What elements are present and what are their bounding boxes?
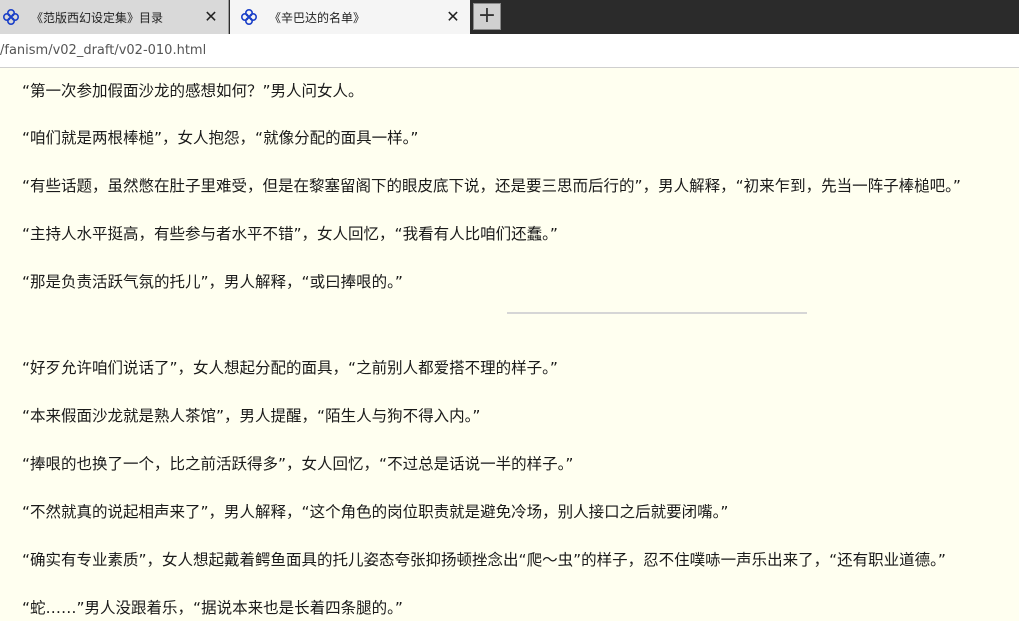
new-tab-button[interactable]: + [473, 3, 501, 30]
close-icon[interactable]: ✕ [202, 8, 220, 26]
paragraph: “确实有专业素质”，女人想起戴着鳄鱼面具的托儿姿态夸张抑扬顿挫念出“爬～虫”的样… [22, 551, 946, 569]
paragraph: “不然就真的说起相声来了”，男人解释，“这个角色的岗位职责就是避免冷场，别人接口… [22, 503, 729, 521]
section-divider [507, 312, 807, 314]
tab-title: 《辛巴达的名单》 [269, 10, 366, 25]
paragraph: “捧哏的也换了一个，比之前活跃得多”，女人回忆，“不过总是话说一半的样子。” [22, 455, 574, 473]
favicon-icon [3, 9, 19, 25]
favicon-icon [241, 9, 257, 25]
paragraph: “第一次参加假面沙龙的感想如何？”男人问女人。 [22, 82, 364, 100]
tab-sinbad-list[interactable]: 《辛巴达的名单》 ✕ [230, 0, 470, 34]
tab-table-of-contents[interactable]: 《范版西幻设定集》目录 ✕ [0, 0, 229, 34]
address-bar[interactable]: /fanism/v02_draft/v02-010.html [0, 34, 1019, 68]
url-text[interactable]: /fanism/v02_draft/v02-010.html [0, 43, 206, 58]
paragraph: “蛇……”男人没跟着乐，“据说本来也是长着四条腿的。” [22, 599, 403, 617]
paragraph: “好歹允许咱们说话了”，女人想起分配的面具，“之前别人都爱搭不理的样子。” [22, 359, 558, 377]
paragraph: “那是负责活跃气氛的托儿”，男人解释，“或曰捧哏的。” [22, 273, 403, 291]
tab-bar: 《范版西幻设定集》目录 ✕ 《辛巴达的名单》 ✕ + [0, 0, 1019, 34]
paragraph: “有些话题，虽然憋在肚子里难受，但是在黎塞留阁下的眼皮底下说，还是要三思而后行的… [22, 177, 961, 195]
tab-title: 《范版西幻设定集》目录 [31, 10, 164, 25]
close-icon[interactable]: ✕ [444, 8, 462, 26]
article-content: “第一次参加假面沙龙的感想如何？”男人问女人。 “咱们就是两根棒槌”，女人抱怨，… [0, 68, 1019, 621]
paragraph: “主持人水平挺高，有些参与者水平不错”，女人回忆，“我看有人比咱们还蠢。” [22, 225, 558, 243]
paragraph: “本来假面沙龙就是熟人茶馆”，男人提醒，“陌生人与狗不得入内。” [22, 407, 481, 425]
paragraph: “咱们就是两根棒槌”，女人抱怨，“就像分配的面具一样。” [22, 129, 419, 147]
